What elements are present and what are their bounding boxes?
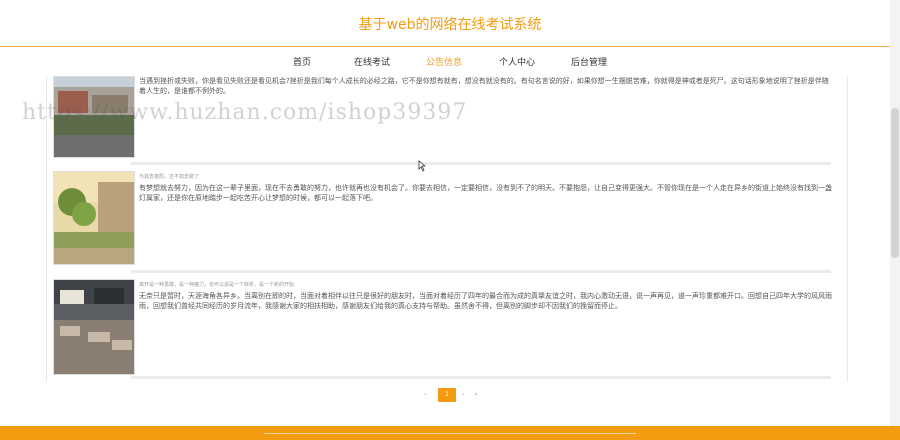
nav-home[interactable]: 首页 [293,55,311,68]
nav-online-exam[interactable]: 在线考试 [354,55,390,68]
nav-admin[interactable]: 后台管理 [571,55,607,68]
announcement-summary: 有梦想就去努力，因为在这一辈子里面，现在不去勇敢的努力，也许就再也没有机会了。你… [139,184,832,202]
page-1-button[interactable]: 1 [438,388,456,402]
divider [131,162,831,165]
scrollbar-thumb[interactable] [891,108,899,258]
divider [131,376,831,379]
footer-bar [0,426,900,440]
announcement-summary: 无奈只是暂时，天涯海角各异乡。当离别在即的时，当面对着相伴以往只是很好的朋友时，… [139,292,832,310]
announcement-image[interactable] [53,279,135,375]
last-page-button[interactable]: » [474,391,478,398]
next-page-button[interactable]: › [462,391,464,398]
nav-announcements[interactable]: 公告信息 [426,55,462,68]
watermark: https://www.huzhan.com/ishop39397 [22,100,468,125]
announcement-summary: 当遇到挫折或失败，你是看见失败还是看见机会?挫折是我们每个人成长的必经之路，它不… [139,77,829,95]
site-title: 基于web的网络在线考试系统 [358,17,542,33]
footer-divider [264,433,636,434]
announcement-subtitle: 离开是一种勇敢，是一种魔力，也可以说是一个转折，是一个新的开始 [139,282,295,288]
announcement-image[interactable] [53,171,135,265]
prev-page-button[interactable]: ‹ [424,391,426,398]
nav-personal-center[interactable]: 个人中心 [499,55,535,68]
mouse-cursor-icon [418,160,426,172]
announcement-subtitle: 与其去抱怨，还不如去做了 [139,174,200,180]
main-nav: 首页 在线考试 公告信息 个人中心 后台管理 [0,46,900,77]
vertical-scrollbar[interactable] [890,0,900,426]
divider [131,270,831,273]
